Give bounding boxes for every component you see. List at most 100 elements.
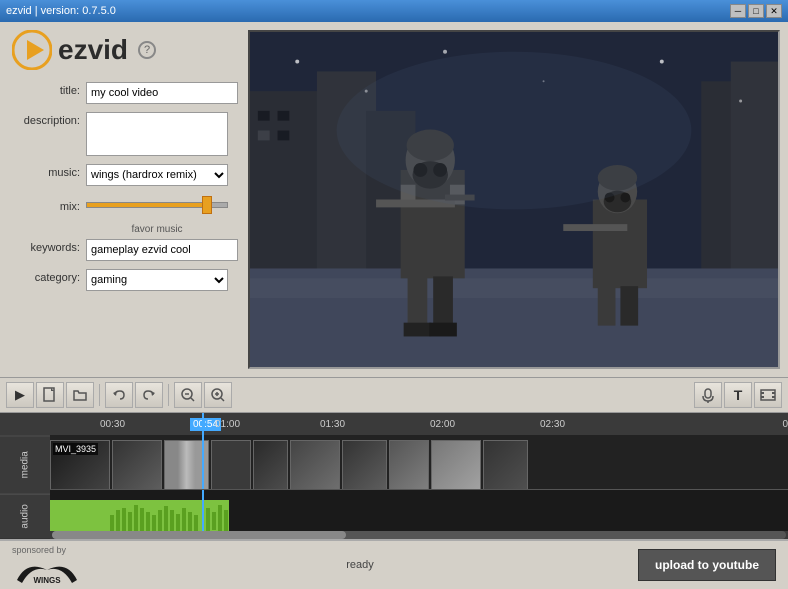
- film-icon: [760, 387, 776, 403]
- clip-1-label: MVI_3935: [53, 443, 98, 455]
- app-logo-text: ezvid: [58, 34, 128, 66]
- media-clip-9[interactable]: [431, 440, 481, 490]
- bottom-bar: sponsored by WINGS ready upload to youtu…: [0, 539, 788, 589]
- status-text: ready: [346, 559, 374, 571]
- description-input[interactable]: [86, 112, 228, 156]
- description-label: description:: [12, 112, 80, 127]
- video-preview: [248, 30, 780, 369]
- audio-bar-2: [204, 500, 229, 531]
- music-row: music: wings (hardrox remix): [12, 164, 228, 186]
- upload-button[interactable]: upload to youtube: [638, 549, 776, 581]
- undo-icon: [111, 387, 127, 403]
- media-playhead: [202, 435, 204, 489]
- title-label: title:: [12, 82, 80, 97]
- maximize-button[interactable]: □: [748, 4, 764, 18]
- scene-svg: [250, 32, 778, 367]
- folder-icon: [72, 387, 88, 403]
- mix-label: mix:: [12, 198, 80, 213]
- zoom-out-button[interactable]: [174, 382, 202, 408]
- media-clip-7[interactable]: [342, 440, 387, 490]
- media-track-label: media: [0, 435, 50, 494]
- media-clip-2[interactable]: [112, 440, 162, 490]
- playhead-line: [202, 413, 204, 435]
- time-marker-0100: 01:00: [215, 419, 240, 430]
- minimize-button[interactable]: ─: [730, 4, 746, 18]
- keywords-row: keywords:: [12, 239, 228, 261]
- mix-row: mix:: [12, 194, 228, 216]
- media-clip-5[interactable]: [253, 440, 288, 490]
- audio-waveform-2: [204, 500, 229, 531]
- time-marker-0130: 01:30: [320, 419, 345, 430]
- mic-button[interactable]: [694, 382, 722, 408]
- new-clip-button[interactable]: [36, 382, 64, 408]
- audio-green-bar: [50, 500, 202, 531]
- category-row: category: gaming: [12, 269, 228, 291]
- sponsor-text: sponsored by: [12, 545, 66, 555]
- top-section: ezvid ? title: description: music: wings…: [0, 22, 788, 377]
- time-marker-0030: 00:30: [100, 419, 125, 430]
- redo-icon: [141, 387, 157, 403]
- play-button[interactable]: ▶: [6, 382, 34, 408]
- audio-track[interactable]: [50, 490, 788, 531]
- zoom-in-icon: [210, 387, 226, 403]
- audio-playhead: [202, 490, 204, 531]
- redo-button[interactable]: [135, 382, 163, 408]
- zoom-out-icon: [180, 387, 196, 403]
- media-clip-1[interactable]: MVI_3935: [50, 440, 110, 490]
- mix-slider[interactable]: [86, 194, 228, 216]
- category-label: category:: [12, 269, 80, 284]
- svg-text:WINGS: WINGS: [33, 576, 61, 585]
- keywords-input[interactable]: [86, 239, 238, 261]
- tracks-container: media audio MVI_3935: [0, 435, 788, 539]
- keywords-label: keywords:: [12, 239, 80, 254]
- description-row: description:: [12, 112, 228, 156]
- sponsor-area: sponsored by WINGS: [12, 545, 82, 585]
- scrollbar-thumb[interactable]: [52, 531, 346, 539]
- media-clip-4[interactable]: [211, 440, 251, 490]
- title-input[interactable]: [86, 82, 238, 104]
- category-select[interactable]: gaming: [86, 269, 228, 291]
- film-button[interactable]: [754, 382, 782, 408]
- time-ruler: 00:30 00:54 01:00 01:30 02:00 02:30 0: [0, 413, 788, 435]
- title-bar: ezvid | version: 0.7.5.0 ─ □ ✕: [0, 0, 788, 22]
- mix-sublabel: favor music: [86, 224, 228, 235]
- wings-logo-svg: WINGS: [12, 555, 82, 585]
- toolbar: ▶ T: [0, 377, 788, 413]
- audio-track-label: audio: [0, 494, 50, 539]
- help-icon[interactable]: ?: [138, 41, 156, 59]
- sponsor-info: sponsored by WINGS: [12, 545, 82, 585]
- app-title: ezvid | version: 0.7.5.0: [6, 5, 116, 17]
- mic-icon: [700, 387, 716, 403]
- close-button[interactable]: ✕: [766, 4, 782, 18]
- media-clip-6[interactable]: [290, 440, 340, 490]
- timeline-area: 00:30 00:54 01:00 01:30 02:00 02:30 0 me…: [0, 413, 788, 539]
- zoom-in-button[interactable]: [204, 382, 232, 408]
- text-button[interactable]: T: [724, 382, 752, 408]
- media-clip-10[interactable]: [483, 440, 528, 490]
- toolbar-separator-2: [168, 384, 169, 406]
- main-window: ezvid ? title: description: music: wings…: [0, 22, 788, 589]
- left-panel: ezvid ? title: description: music: wings…: [0, 22, 240, 377]
- window-controls: ─ □ ✕: [730, 4, 782, 18]
- music-select[interactable]: wings (hardrox remix): [86, 164, 228, 186]
- logo-area: ezvid ?: [12, 30, 228, 70]
- play-icon: [12, 30, 52, 70]
- time-marker-0230: 02:30: [540, 419, 565, 430]
- sponsor-logo: WINGS: [12, 555, 82, 585]
- title-row: title:: [12, 82, 228, 104]
- mix-fill: [87, 203, 206, 207]
- undo-button[interactable]: [105, 382, 133, 408]
- mix-thumb[interactable]: [202, 196, 212, 214]
- scrollbar-track: [52, 531, 786, 539]
- track-labels: media audio: [0, 435, 50, 539]
- media-clip-8[interactable]: [389, 440, 429, 490]
- audio-waveform: [50, 500, 202, 531]
- time-ruler-content: 00:30 00:54 01:00 01:30 02:00 02:30 0: [50, 413, 788, 435]
- music-label: music:: [12, 164, 80, 179]
- open-button[interactable]: [66, 382, 94, 408]
- timeline-scrollbar[interactable]: [50, 531, 788, 539]
- media-track[interactable]: MVI_3935: [50, 435, 788, 490]
- time-marker-end: 0: [782, 419, 788, 430]
- track-content: MVI_3935: [50, 435, 788, 539]
- video-scene: [250, 32, 778, 367]
